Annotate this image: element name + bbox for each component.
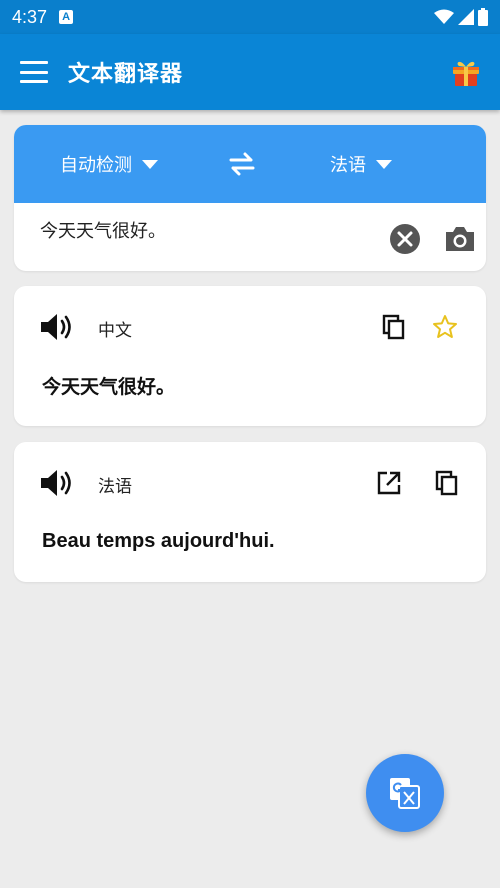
status-icons	[434, 8, 488, 26]
source-text-input[interactable]: 今天天气很好。	[40, 217, 166, 243]
result-text: 今天天气很好。	[42, 376, 176, 398]
wifi-icon	[434, 9, 454, 24]
result-text: Beau temps aujourd'hui.	[42, 530, 275, 552]
language-bar: 自动检测 法语	[14, 125, 486, 203]
open-external-icon[interactable]	[376, 470, 402, 496]
status-bar: 4:37 A	[0, 0, 500, 34]
speaker-icon[interactable]	[40, 312, 74, 342]
clear-icon[interactable]	[389, 223, 421, 255]
app-bar: 文本翻译器	[0, 34, 500, 110]
status-time: 4:37	[12, 6, 48, 27]
result-card-source: 中文 今天天气很好。	[14, 286, 486, 426]
target-language-label: 法语	[330, 155, 366, 176]
copy-icon[interactable]	[381, 314, 407, 340]
chevron-down-icon	[142, 159, 158, 169]
menu-icon[interactable]	[20, 61, 48, 83]
source-language-select[interactable]: 自动检测	[60, 151, 158, 177]
result-card-target: 法语 Beau temps aujourd'hui.	[14, 442, 486, 582]
target-language-select[interactable]: 法语	[330, 151, 392, 177]
speaker-icon[interactable]	[40, 468, 74, 498]
gift-icon[interactable]	[450, 56, 482, 88]
translate-icon	[390, 778, 420, 809]
chevron-down-icon	[376, 159, 392, 169]
signal-icon	[458, 9, 474, 25]
app-title: 文本翻译器	[68, 62, 184, 87]
battery-icon	[478, 8, 488, 26]
result-header: 法语	[14, 468, 486, 500]
translate-fab[interactable]	[366, 754, 444, 832]
star-icon[interactable]	[432, 314, 458, 340]
copy-icon[interactable]	[434, 470, 460, 496]
result-language-label: 法语	[98, 477, 132, 497]
camera-icon[interactable]	[444, 225, 476, 253]
swap-icon[interactable]	[228, 152, 256, 176]
result-header: 中文	[14, 312, 486, 344]
result-language-label: 中文	[98, 321, 132, 341]
input-area[interactable]: 今天天气很好。	[14, 203, 486, 271]
source-language-label: 自动检测	[60, 155, 132, 176]
notification-icon: A	[59, 10, 74, 24]
input-card: 自动检测 法语 今天天气很好。	[14, 125, 486, 271]
